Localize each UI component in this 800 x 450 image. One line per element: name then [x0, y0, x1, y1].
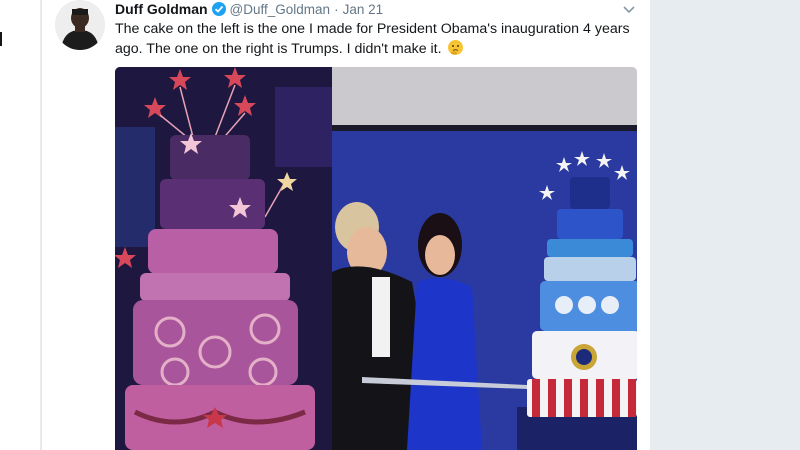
- avatar[interactable]: [55, 0, 105, 50]
- author-handle[interactable]: @Duff_Goldman: [230, 2, 331, 17]
- right-gutter: [650, 0, 800, 450]
- obama-inauguration-cake-photo[interactable]: [115, 67, 332, 450]
- verified-badge-icon: [211, 2, 226, 16]
- tweet-card[interactable]: Duff Goldman @Duff_Goldman · Jan 21 The …: [41, 0, 651, 450]
- tweet-text: The cake on the left is the one I made f…: [115, 21, 630, 57]
- tweet-header: Duff Goldman @Duff_Goldman · Jan 21: [115, 0, 383, 18]
- thinking-face-emoji: [447, 40, 463, 55]
- left-gutter: [0, 0, 41, 450]
- tweet-media[interactable]: [115, 67, 637, 450]
- trump-inauguration-cake-photo[interactable]: [332, 67, 637, 450]
- gutter-marker: [0, 32, 2, 46]
- tweet-date[interactable]: Jan 21: [343, 2, 384, 17]
- separator-dot: ·: [334, 1, 339, 17]
- tweet-text-block: The cake on the left is the one I made f…: [115, 19, 635, 59]
- author-name[interactable]: Duff Goldman: [115, 1, 208, 17]
- chevron-down-icon[interactable]: [622, 2, 636, 16]
